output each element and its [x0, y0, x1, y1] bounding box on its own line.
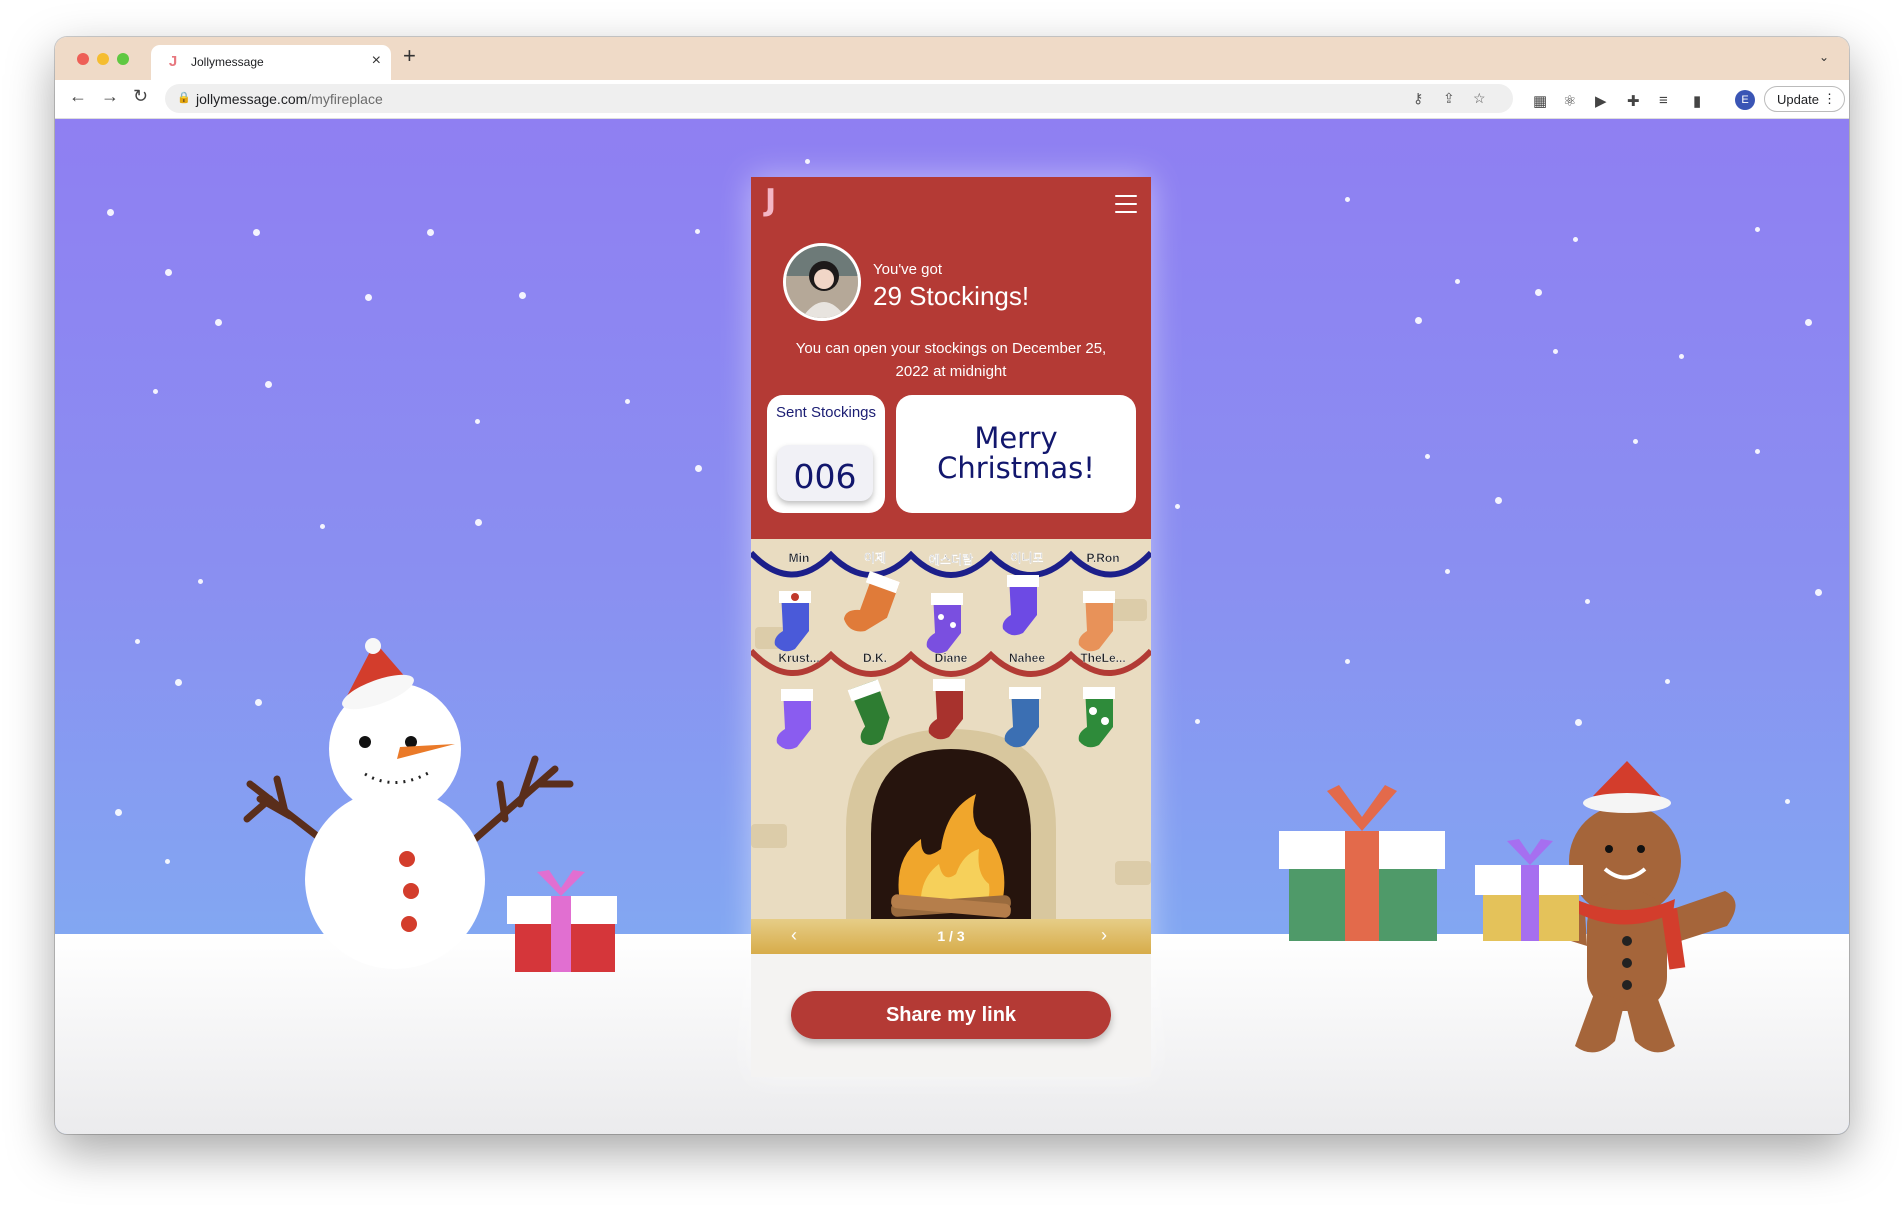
tab-strip: J Jollymessage × + ⌄: [55, 37, 1849, 80]
close-window-button[interactable]: [77, 53, 89, 65]
stocking-name-mid-2[interactable]: D.K.: [840, 651, 910, 665]
minimize-window-button[interactable]: [97, 53, 109, 65]
forward-icon[interactable]: →: [101, 86, 119, 107]
jolly-app-card: J You've got 29 Stockings! You can open …: [751, 177, 1151, 1077]
app-header: J You've got 29 Stockings! You can open …: [751, 177, 1151, 539]
page-viewport: J You've got 29 Stockings! You can open …: [55, 119, 1849, 1134]
bookmark-star-icon[interactable]: ☆: [1473, 90, 1486, 107]
gingerbread-and-gifts-illustration: [1279, 761, 1736, 1053]
stocking-name-mid-3[interactable]: Diane: [916, 651, 986, 665]
sent-count: 006: [793, 457, 857, 496]
stocking-name-mid-4[interactable]: Nahee: [992, 651, 1062, 665]
snowman-illustration: [243, 638, 617, 972]
address-bar[interactable]: 🔒 jollymessage.com/myfireplace ⚷ ⇪ ☆: [165, 84, 1513, 113]
stocking-name-top-4[interactable]: 이니모: [992, 549, 1062, 566]
reload-icon[interactable]: ↻: [133, 86, 148, 107]
hamburger-menu-icon[interactable]: [1115, 195, 1137, 219]
jolly-logo[interactable]: J: [765, 183, 776, 218]
open-date-note: You can open your stockings on December …: [795, 340, 1107, 380]
key-icon[interactable]: ⚷: [1413, 90, 1423, 107]
close-tab-icon[interactable]: ×: [372, 52, 381, 70]
greeting-card: Merry Christmas!: [896, 395, 1136, 513]
stocking-name-top-5[interactable]: P.Ron: [1068, 551, 1138, 565]
tab-title: Jollymessage: [191, 55, 264, 69]
extension-grid-icon[interactable]: ▦: [1533, 92, 1547, 110]
lock-icon: 🔒: [177, 92, 191, 104]
browser-tab[interactable]: J Jollymessage ×: [151, 45, 391, 80]
sent-stockings-card[interactable]: Sent Stockings 006: [767, 395, 885, 513]
puzzle-icon[interactable]: ✚: [1627, 92, 1640, 110]
update-label: Update: [1777, 92, 1819, 107]
page-indicator: 1 / 3: [937, 928, 965, 944]
tab-search-chevron-icon[interactable]: ⌄: [1819, 50, 1829, 64]
extension-react-icon[interactable]: ⚛: [1563, 92, 1576, 110]
more-menu-icon[interactable]: ⋮: [1823, 91, 1836, 107]
share-link-button[interactable]: Share my link: [791, 991, 1111, 1039]
maximize-window-button[interactable]: [117, 53, 129, 65]
browser-toolbar: ← → ↻ 🔒 jollymessage.com/myfireplace ⚷ ⇪…: [55, 80, 1849, 119]
url-text: jollymessage.com/myfireplace: [196, 91, 383, 107]
update-button[interactable]: Update ⋮: [1764, 86, 1845, 112]
sent-count-box: 006: [777, 445, 873, 501]
profile-avatar-photo[interactable]: [783, 243, 861, 321]
fireplace-scene: Min 이제 에스더람 이니모 P.Ron Krust... D.K. Dian…: [751, 539, 1151, 954]
sent-stockings-label: Sent Stockings: [775, 404, 877, 421]
greeting-text: Merry Christmas!: [937, 421, 1095, 485]
pager-bar: ‹ 1 / 3 ›: [751, 919, 1151, 954]
got-label: You've got: [873, 261, 943, 278]
browser-window: J Jollymessage × + ⌄ ← → ↻ 🔒 jollymessag…: [55, 37, 1849, 1134]
app-footer: Share my link: [751, 954, 1151, 1077]
new-tab-icon[interactable]: +: [403, 43, 416, 69]
stockings-count: 29 Stockings!: [873, 281, 1030, 311]
reading-list-icon[interactable]: ≡: [1659, 92, 1668, 109]
favicon-icon: J: [168, 53, 178, 70]
stocking-name-top-1[interactable]: Min: [764, 551, 834, 565]
extension-play-icon[interactable]: ▶: [1595, 92, 1607, 110]
stocking-name-top-3[interactable]: 에스더람: [916, 551, 986, 568]
stocking-name-mid-1[interactable]: Krust...: [764, 651, 834, 665]
back-icon[interactable]: ←: [69, 86, 87, 107]
stocking-name-mid-5[interactable]: TheLe...: [1068, 651, 1138, 665]
profile-avatar[interactable]: E: [1735, 90, 1755, 110]
chevron-right-icon[interactable]: ›: [1101, 925, 1107, 946]
side-panel-icon[interactable]: ▮: [1693, 92, 1701, 110]
share-icon[interactable]: ⇪: [1443, 90, 1455, 107]
stocking-name-top-2[interactable]: 이제: [840, 549, 910, 566]
